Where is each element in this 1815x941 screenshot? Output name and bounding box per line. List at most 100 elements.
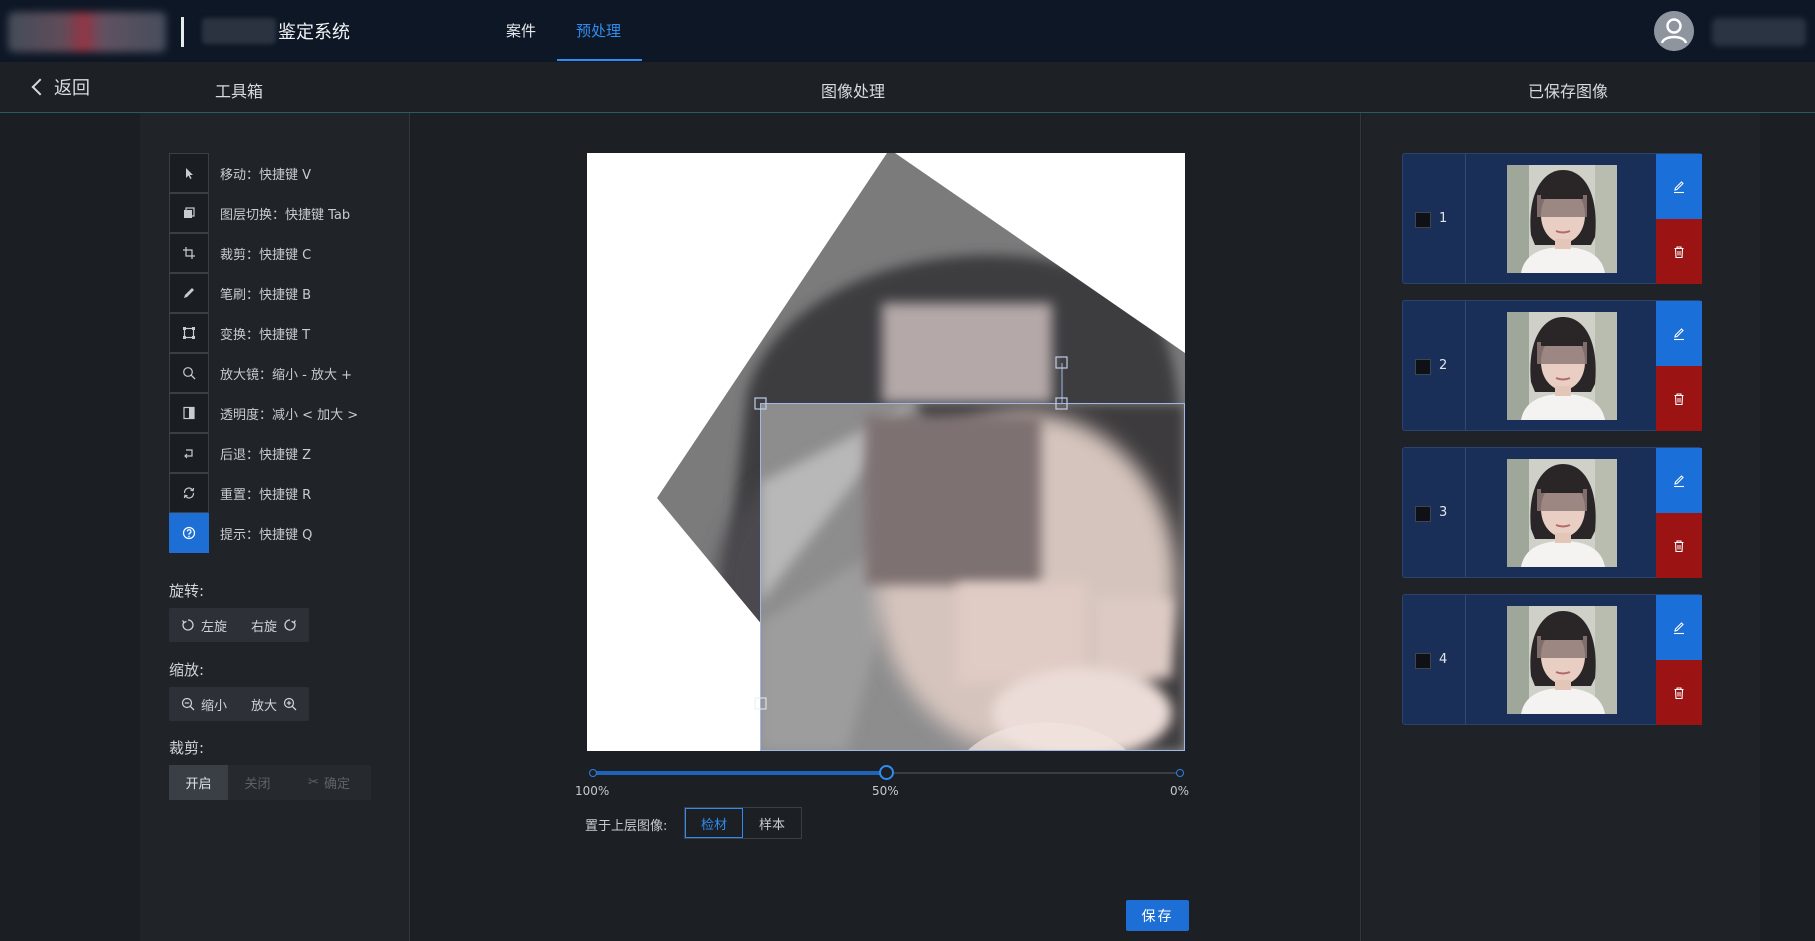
delete-button[interactable] (1656, 660, 1702, 725)
saved-image-checkbox[interactable] (1415, 359, 1431, 375)
pencil-icon (1674, 474, 1684, 487)
saved-image-card: 1 (1402, 153, 1702, 284)
zoom-out-icon (181, 697, 195, 711)
tool-button-layers[interactable] (169, 193, 209, 233)
tool-label: 移动：快捷键 V (220, 167, 312, 183)
tool-row-layers: 图层切换：快捷键 Tab (169, 193, 350, 233)
rotate-right-icon (284, 619, 297, 631)
nav-tab-preprocess[interactable]: 预处理 (576, 20, 621, 41)
saved-image-thumbnail[interactable] (1507, 165, 1617, 273)
rotate-right-button[interactable]: 右旋 (239, 608, 309, 642)
saved-image-checkbox[interactable] (1415, 212, 1431, 228)
saved-image-thumbnail[interactable] (1507, 459, 1617, 567)
saved-image-checkbox[interactable] (1415, 506, 1431, 522)
tool-button-pointer[interactable] (169, 153, 209, 193)
pencil-icon (1674, 327, 1684, 340)
undo-icon (182, 446, 196, 460)
nav-active-indicator (557, 59, 642, 61)
crop-confirm-button[interactable]: ✂ 确定 (287, 765, 371, 800)
zoom-out-button[interactable]: 缩小 (169, 687, 239, 721)
rotate-left-label: 左旋 (201, 619, 228, 635)
layer-top-label: 置于上层图像: (585, 819, 668, 834)
help-icon (182, 526, 196, 540)
toolbox-title: 工具箱 (215, 82, 264, 101)
pointer-icon (182, 166, 196, 180)
tool-button-magnifier[interactable] (169, 353, 209, 393)
saved-image-thumbnail[interactable] (1507, 312, 1617, 420)
tool-row-opacity: 透明度：减小 < 加大 > (169, 393, 358, 433)
slider-mark-start (589, 769, 597, 777)
tool-label: 放大镜：缩小 - 放大 + (220, 367, 352, 383)
zoom-out-label: 缩小 (201, 698, 228, 714)
tool-row-help: 提示：快捷键 Q (169, 513, 312, 553)
edit-button[interactable] (1656, 448, 1702, 513)
saved-image-checkbox[interactable] (1415, 653, 1431, 669)
slider-label-100: 100% (575, 784, 610, 798)
zoom-in-icon (283, 697, 297, 711)
card-divider (1465, 301, 1466, 430)
tool-button-reset[interactable] (169, 473, 209, 513)
layer-option-evidence[interactable]: 检材 (685, 808, 743, 838)
pencil-icon (1674, 180, 1684, 193)
tool-button-opacity[interactable] (169, 393, 209, 433)
left-gutter (0, 113, 140, 941)
edit-button[interactable] (1656, 154, 1702, 219)
delete-button[interactable] (1656, 513, 1702, 578)
layer-option-sample[interactable]: 样本 (743, 808, 801, 838)
edit-button[interactable] (1656, 595, 1702, 660)
pencil-icon (1674, 621, 1684, 634)
edit-button[interactable] (1656, 301, 1702, 366)
zoom-in-label: 放大 (251, 698, 278, 714)
trash-icon (1674, 539, 1684, 552)
tool-button-crop[interactable] (169, 233, 209, 273)
tool-button-help[interactable] (169, 513, 209, 553)
save-button[interactable]: 保存 (1126, 900, 1189, 931)
tool-button-undo[interactable] (169, 433, 209, 473)
saved-image-card: 2 (1402, 300, 1702, 431)
tool-label: 透明度：减小 < 加大 > (220, 407, 359, 423)
tool-button-brush[interactable] (169, 273, 209, 313)
chevron-left-icon (31, 78, 49, 96)
layer-top-selector: 检材 样本 (684, 807, 802, 839)
zoom-in-button[interactable]: 放大 (239, 687, 309, 721)
crop-off-button[interactable]: 关闭 (228, 765, 287, 800)
tool-row-undo: 后退：快捷键 Z (169, 433, 311, 473)
nav-tab-cases[interactable]: 案件 (506, 20, 536, 41)
tool-row-crop: 裁剪：快捷键 C (169, 233, 311, 273)
trash-icon (1674, 245, 1684, 258)
redacted-title-prefix (202, 18, 276, 44)
saved-image-index: 4 (1439, 652, 1448, 667)
saved-image-card: 4 (1402, 594, 1702, 725)
crop-confirm-label: 确定 (323, 777, 350, 792)
crop-on-button[interactable]: 开启 (169, 765, 228, 800)
opacity-slider-fill (593, 771, 886, 775)
back-button[interactable]: 返回 (31, 74, 90, 100)
layers-icon (182, 206, 196, 220)
brush-icon (182, 286, 196, 300)
saved-image-thumbnail[interactable] (1507, 606, 1617, 714)
user-avatar-icon[interactable] (1654, 11, 1694, 51)
tool-button-transform[interactable] (169, 313, 209, 353)
crop-icon (182, 246, 196, 260)
app-logo (8, 12, 166, 52)
scissors-icon: ✂ (308, 775, 319, 790)
slider-label-0: 0% (1170, 784, 1190, 798)
rotate-left-button[interactable]: 左旋 (169, 608, 239, 642)
delete-button[interactable] (1656, 219, 1702, 284)
tool-label: 笔刷：快捷键 B (220, 287, 312, 303)
saved-image-index: 1 (1439, 211, 1448, 226)
opacity-slider-thumb[interactable] (879, 765, 894, 780)
image-canvas[interactable] (587, 153, 1185, 751)
slider-mark-end (1176, 769, 1184, 777)
tool-row-reset: 重置：快捷键 R (169, 473, 311, 513)
opacity-icon (182, 406, 196, 420)
image-processing-title: 图像处理 (821, 82, 886, 101)
rotate-right-label: 右旋 (251, 619, 278, 635)
tool-label: 后退：快捷键 Z (220, 447, 312, 463)
rotate-button-group: 左旋 右旋 (169, 608, 310, 642)
title-separator (181, 17, 184, 47)
back-label: 返回 (54, 78, 90, 99)
app-title: 鉴定系统 (278, 22, 350, 43)
delete-button[interactable] (1656, 366, 1702, 431)
tool-row-magnifier: 放大镜：缩小 - 放大 + (169, 353, 352, 393)
